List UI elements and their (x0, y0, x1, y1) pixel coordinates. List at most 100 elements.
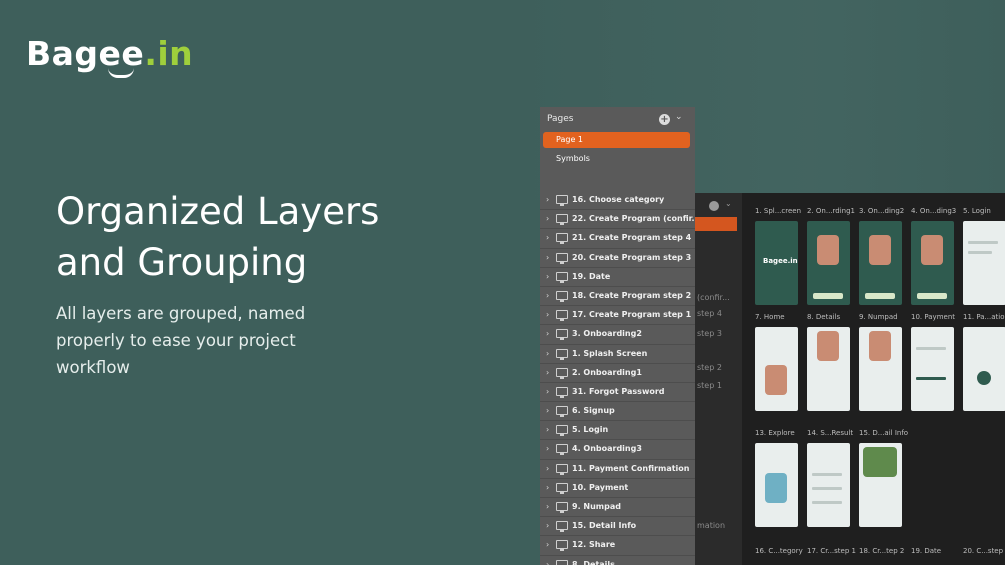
artboard-label: 14. S...Result (807, 429, 854, 437)
layer-row[interactable]: › 4. Onboarding3 (540, 440, 695, 460)
chevron-right-icon[interactable]: › (546, 383, 549, 401)
artboard-label: 15. D...ail Info (859, 429, 909, 437)
chevron-right-icon[interactable]: › (546, 287, 549, 305)
chevron-right-icon[interactable]: › (546, 191, 549, 209)
artboard-icon (556, 502, 568, 513)
chevron-right-icon[interactable]: › (546, 460, 549, 478)
plus-icon[interactable]: + (659, 114, 670, 125)
chevron-down-icon[interactable]: ⌄ (675, 112, 683, 122)
layer-row[interactable]: › 21. Create Program step 4 (540, 229, 695, 249)
artboard-frame: Bagee.in (755, 221, 798, 305)
artboard-button (865, 293, 895, 299)
artboard-label: 20. C...step (963, 547, 1004, 555)
artboard-label: 7. Home (755, 313, 785, 321)
artboard-check (977, 371, 991, 385)
artboard-icon (556, 290, 568, 302)
artboard-button (813, 293, 843, 299)
artboard-icon (556, 214, 568, 226)
page-item-symbols[interactable]: Symbols (543, 151, 690, 167)
chevron-right-icon[interactable]: › (546, 210, 549, 228)
underlay-text: step 4 (697, 309, 722, 318)
artboard-button (917, 293, 947, 299)
artboard-frame (859, 443, 902, 527)
layer-row[interactable]: › 11. Payment Confirmation (540, 460, 695, 479)
layer-row[interactable]: › 5. Login (540, 421, 695, 441)
artboard-frame (807, 443, 850, 527)
chevron-right-icon[interactable]: › (546, 556, 549, 565)
artboard-icon (556, 406, 568, 418)
chevron-right-icon[interactable]: › (546, 325, 549, 343)
underlay-active-page (695, 217, 737, 231)
artboard-label: 16. C...tegory (755, 547, 803, 555)
layer-row[interactable]: › 19. Date (540, 268, 695, 287)
chevron-right-icon[interactable]: › (546, 268, 549, 286)
page-item-page-1[interactable]: Page 1 (543, 132, 690, 148)
artboard-label: 4. On...ding3 (911, 207, 957, 215)
layer-row[interactable]: › 1. Splash Screen (540, 345, 695, 364)
artboard-label: 10. Payment (911, 313, 956, 321)
canvas-underlay-panel: ⌄ (confir... step 4 step 3 step 2 step 1… (695, 193, 742, 565)
artboard-icon (556, 367, 568, 379)
pages-header: Pages + ⌄ (540, 107, 695, 133)
layer-row[interactable]: › 6. Signup (540, 402, 695, 422)
chevron-right-icon[interactable]: › (546, 306, 549, 324)
artboard-label: 17. Cr...step 1 (807, 547, 856, 555)
chevron-right-icon[interactable]: › (546, 402, 549, 420)
artboard-icon (556, 521, 568, 533)
layers-list: › 16. Choose category › 22. Create Program … (540, 191, 695, 565)
layer-row[interactable]: › 22. Create Program (confir... (540, 210, 695, 230)
chevron-right-icon[interactable]: › (546, 479, 549, 497)
logo-smile-icon (108, 68, 134, 78)
design-canvas: ⌄ (confir... step 4 step 3 step 2 step 1… (695, 193, 1005, 565)
layer-row[interactable]: › 18. Create Program step 2 (540, 287, 695, 307)
artboard-label: 9. Numpad (859, 313, 898, 321)
artboard-label: 3. On...ding2 (859, 207, 905, 215)
chevron-right-icon[interactable]: › (546, 536, 549, 554)
layer-label: 17. Create Program step 1 (572, 310, 692, 320)
artboard-line (968, 241, 998, 244)
artboard-icon (556, 329, 568, 341)
layer-row[interactable]: › 12. Share (540, 536, 695, 556)
layer-row[interactable]: › 17. Create Program step 1 (540, 306, 695, 326)
layer-label: 11. Payment Confirmation (572, 463, 690, 473)
artboard-frame (963, 221, 1005, 305)
chevron-right-icon[interactable]: › (546, 498, 549, 516)
artboard-label: 18. Cr...tep 2 (859, 547, 905, 555)
artboard-line (968, 251, 992, 254)
artboard-frame (963, 327, 1005, 411)
artboard-frame (859, 221, 902, 305)
artboard-icon (556, 540, 568, 552)
underlay-text: mation (697, 521, 726, 530)
artboard-line (916, 347, 946, 350)
chevron-right-icon[interactable]: › (546, 421, 549, 439)
layer-row[interactable]: › 20. Create Program step 3 (540, 249, 695, 268)
layer-label: 20. Create Program step 3 (572, 252, 692, 262)
layer-row[interactable]: › 31. Forgot Password (540, 383, 695, 403)
layer-row[interactable]: › 15. Detail Info (540, 517, 695, 537)
artboard-icon (556, 425, 568, 437)
layer-label: 19. Date (572, 271, 611, 281)
layer-row[interactable]: › 2. Onboarding1 (540, 364, 695, 383)
chevron-right-icon[interactable]: › (546, 364, 549, 382)
underlay-text: step 3 (697, 329, 722, 338)
layer-row[interactable]: › 3. Onboarding2 (540, 325, 695, 345)
layer-row[interactable]: › 9. Numpad (540, 498, 695, 518)
chevron-right-icon[interactable]: › (546, 229, 549, 247)
artboard-icon (556, 233, 568, 245)
artboard-image (817, 331, 839, 361)
layer-row[interactable]: › 8. Details (540, 556, 695, 565)
hero-title: Organized Layers and Grouping (56, 190, 380, 284)
chevron-right-icon[interactable]: › (546, 440, 549, 458)
artboard-splash-logo: Bagee.in (763, 257, 798, 265)
chevron-right-icon[interactable]: › (546, 249, 549, 267)
layer-row[interactable]: › 10. Payment (540, 479, 695, 498)
artboard-icon (556, 195, 568, 206)
artboard-label: 2. On...rding1 (807, 207, 856, 215)
chevron-right-icon[interactable]: › (546, 345, 549, 363)
chevron-right-icon[interactable]: › (546, 517, 549, 535)
layer-row[interactable]: › 16. Choose category (540, 191, 695, 211)
brand-logo: Bagee.in (26, 34, 193, 78)
artboard-icon (556, 310, 568, 322)
artboard-image (863, 447, 897, 477)
artboard-label: 13. Explore (755, 429, 795, 437)
